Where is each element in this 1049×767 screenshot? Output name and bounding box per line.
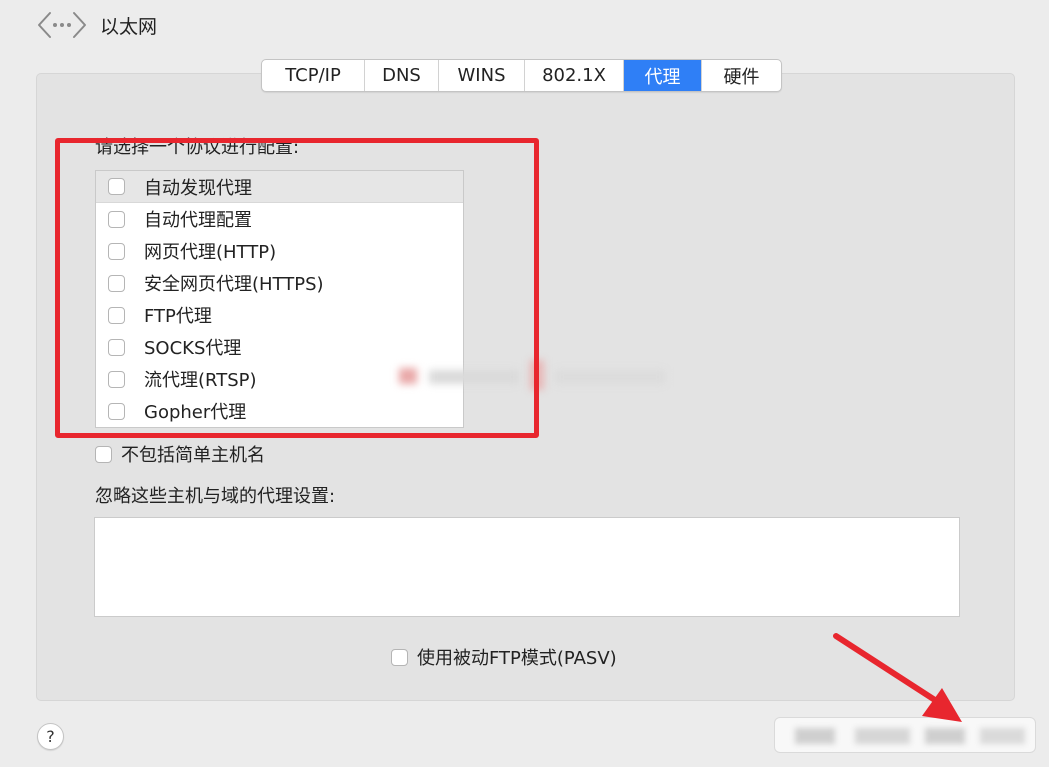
checkbox[interactable] [108,210,125,228]
checkbox[interactable] [108,402,125,420]
protocol-row-auto-config[interactable]: 自动代理配置 [96,203,463,235]
protocol-label: FTP代理 [144,306,212,327]
passive-ftp-row[interactable]: 使用被动FTP模式(PASV) [391,644,617,670]
protocol-row-http[interactable]: 网页代理(HTTP) [96,235,463,267]
protocol-section-label: 请选择一个协议进行配置: [95,137,300,158]
protocol-label: 安全网页代理(HTTPS) [144,274,324,295]
checkbox[interactable] [108,306,125,324]
bypass-hosts-label: 忽略这些主机与域的代理设置: [95,486,336,507]
protocol-row-auto-discovery[interactable]: 自动发现代理 [96,171,463,203]
protocol-label: 网页代理(HTTP) [144,242,277,263]
header-title: 以太网 [100,15,158,38]
exclude-simple-hostnames-label: 不包括简单主机名 [121,445,265,466]
blurred-action-buttons[interactable] [774,717,1036,753]
checkbox[interactable] [108,274,125,292]
exclude-simple-hostnames-checkbox[interactable] [95,445,112,463]
tab-proxy[interactable]: 代理 [624,60,702,91]
bypass-hosts-input[interactable] [94,517,960,617]
checkbox[interactable] [108,338,125,356]
protocol-label: 流代理(RTSP) [144,370,257,391]
checkbox[interactable] [108,242,125,260]
passive-ftp-checkbox[interactable] [391,648,408,666]
tab-dns[interactable]: DNS [365,60,439,91]
tab-bar: TCP/IP DNS WINS 802.1X 代理 硬件 [261,59,782,92]
protocol-label: 自动发现代理 [144,177,252,199]
protocol-label: Gopher代理 [144,402,247,423]
checkbox[interactable] [108,370,125,388]
tab-hardware[interactable]: 硬件 [702,60,781,91]
help-button[interactable]: ? [37,723,64,750]
protocol-row-rtsp[interactable]: 流代理(RTSP) [96,363,463,395]
ethernet-arrows-icon [36,8,88,42]
network-preferences-window: 以太网 TCP/IP DNS WINS 802.1X 代理 硬件 请选择一个协议… [0,0,1049,767]
checkbox[interactable] [108,178,125,195]
tab-wins[interactable]: WINS [439,60,525,91]
window-header: 以太网 [36,8,157,42]
protocol-row-socks[interactable]: SOCKS代理 [96,331,463,363]
exclude-simple-hostnames-row[interactable]: 不包括简单主机名 [95,441,265,467]
protocol-row-gopher[interactable]: Gopher代理 [96,395,463,427]
tab-tcpip[interactable]: TCP/IP [262,60,365,91]
protocol-label: SOCKS代理 [144,338,242,359]
protocol-row-https[interactable]: 安全网页代理(HTTPS) [96,267,463,299]
protocol-label: 自动代理配置 [144,210,252,231]
tab-8021x[interactable]: 802.1X [525,60,624,91]
protocol-row-ftp[interactable]: FTP代理 [96,299,463,331]
protocol-list: 自动发现代理 自动代理配置 网页代理(HTTP) 安全网页代理(HTTPS) F… [95,170,464,428]
passive-ftp-label: 使用被动FTP模式(PASV) [417,648,617,669]
